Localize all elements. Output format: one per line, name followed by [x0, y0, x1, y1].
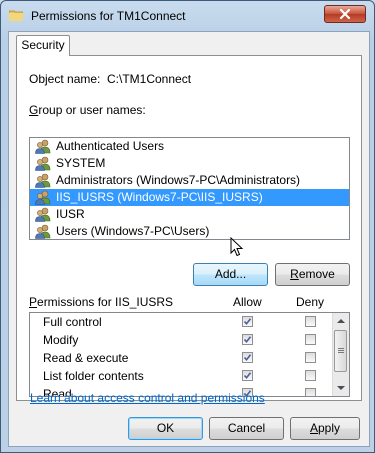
users-group-icon	[34, 156, 52, 171]
deny-checkbox[interactable]	[305, 370, 316, 381]
users-group-icon	[34, 224, 52, 239]
permission-name: Modify	[43, 333, 79, 347]
allow-checkbox[interactable]	[242, 352, 253, 363]
permissions-for-label: Permissions for IIS_IUSRS	[29, 295, 174, 309]
list-item-label: SYSTEM	[56, 156, 106, 170]
permissions-dialog: Permissions for TM1Connect Security Obje…	[0, 0, 375, 453]
deny-column-header: Deny	[296, 295, 325, 309]
list-item[interactable]: IUSR	[30, 206, 349, 223]
apply-button[interactable]: Apply	[290, 417, 360, 440]
object-name-label: Object name:	[29, 72, 101, 86]
allow-checkbox[interactable]	[242, 370, 253, 381]
deny-checkbox[interactable]	[305, 334, 316, 345]
list-item-label: IUSR	[56, 207, 85, 221]
close-icon	[339, 9, 351, 19]
list-item-label: Users (Windows7-PC\Users)	[56, 224, 210, 238]
list-item[interactable]: Administrators (Windows7-PC\Administrato…	[30, 172, 349, 189]
add-button[interactable]: Add...	[193, 263, 268, 286]
scroll-up-icon[interactable]	[337, 319, 345, 323]
title-bar[interactable]: Permissions for TM1Connect	[1, 1, 374, 31]
allow-checkbox[interactable]	[242, 316, 253, 327]
dialog-body: Security Object name: C:\TM1Connect Grou…	[8, 31, 370, 447]
permission-row: Read & execute	[30, 349, 349, 367]
mouse-cursor-icon	[230, 237, 244, 257]
permission-name: Read & execute	[43, 351, 129, 365]
list-item[interactable]: IIS_IUSRS (Windows7-PC\IIS_IUSRS)	[30, 189, 349, 206]
permission-row: Full control	[30, 313, 349, 331]
list-item-label: Authenticated Users	[56, 139, 165, 153]
allow-checkbox[interactable]	[242, 334, 253, 345]
list-item[interactable]: SYSTEM	[30, 155, 349, 172]
window-title: Permissions for TM1Connect	[31, 9, 186, 23]
list-item[interactable]: Users (Windows7-PC\Users)	[30, 223, 349, 239]
scroll-thumb[interactable]	[334, 330, 347, 372]
group-names-label: Group or user names:	[29, 103, 146, 117]
deny-checkbox[interactable]	[305, 352, 316, 363]
allow-column-header: Allow	[233, 295, 262, 309]
permission-row: Modify	[30, 331, 349, 349]
remove-button[interactable]: Remove	[275, 263, 350, 286]
list-item[interactable]: Authenticated Users	[30, 138, 349, 155]
object-name-value: C:\TM1Connect	[107, 72, 192, 86]
deny-checkbox[interactable]	[305, 316, 316, 327]
scroll-down-icon[interactable]	[337, 386, 345, 390]
permission-name: Full control	[43, 315, 102, 329]
users-group-icon	[34, 139, 52, 154]
close-button[interactable]	[324, 5, 366, 23]
permissions-scrollbar[interactable]	[332, 313, 349, 396]
users-group-icon	[34, 173, 52, 188]
permission-name: List folder contents	[43, 369, 144, 383]
list-item-label: IIS_IUSRS (Windows7-PC\IIS_IUSRS)	[56, 190, 263, 204]
security-tab-panel: Object name: C:\TM1Connect Group or user…	[16, 55, 362, 401]
permissions-grid: Full control Modify Read & execute List fol…	[29, 312, 350, 397]
group-user-list[interactable]: Authenticated Users SYSTEM Administrators …	[29, 137, 350, 240]
users-group-icon	[34, 207, 52, 222]
deny-checkbox[interactable]	[305, 388, 316, 396]
ok-button[interactable]: OK	[128, 417, 203, 440]
folder-icon	[9, 10, 23, 21]
access-control-help-link[interactable]: Learn about access control and permissio…	[30, 391, 265, 405]
list-item-label: Administrators (Windows7-PC\Administrato…	[56, 173, 301, 187]
permission-row: List folder contents	[30, 367, 349, 385]
users-group-icon	[34, 190, 52, 205]
tab-security[interactable]: Security	[16, 35, 70, 56]
cancel-button[interactable]: Cancel	[209, 417, 284, 440]
